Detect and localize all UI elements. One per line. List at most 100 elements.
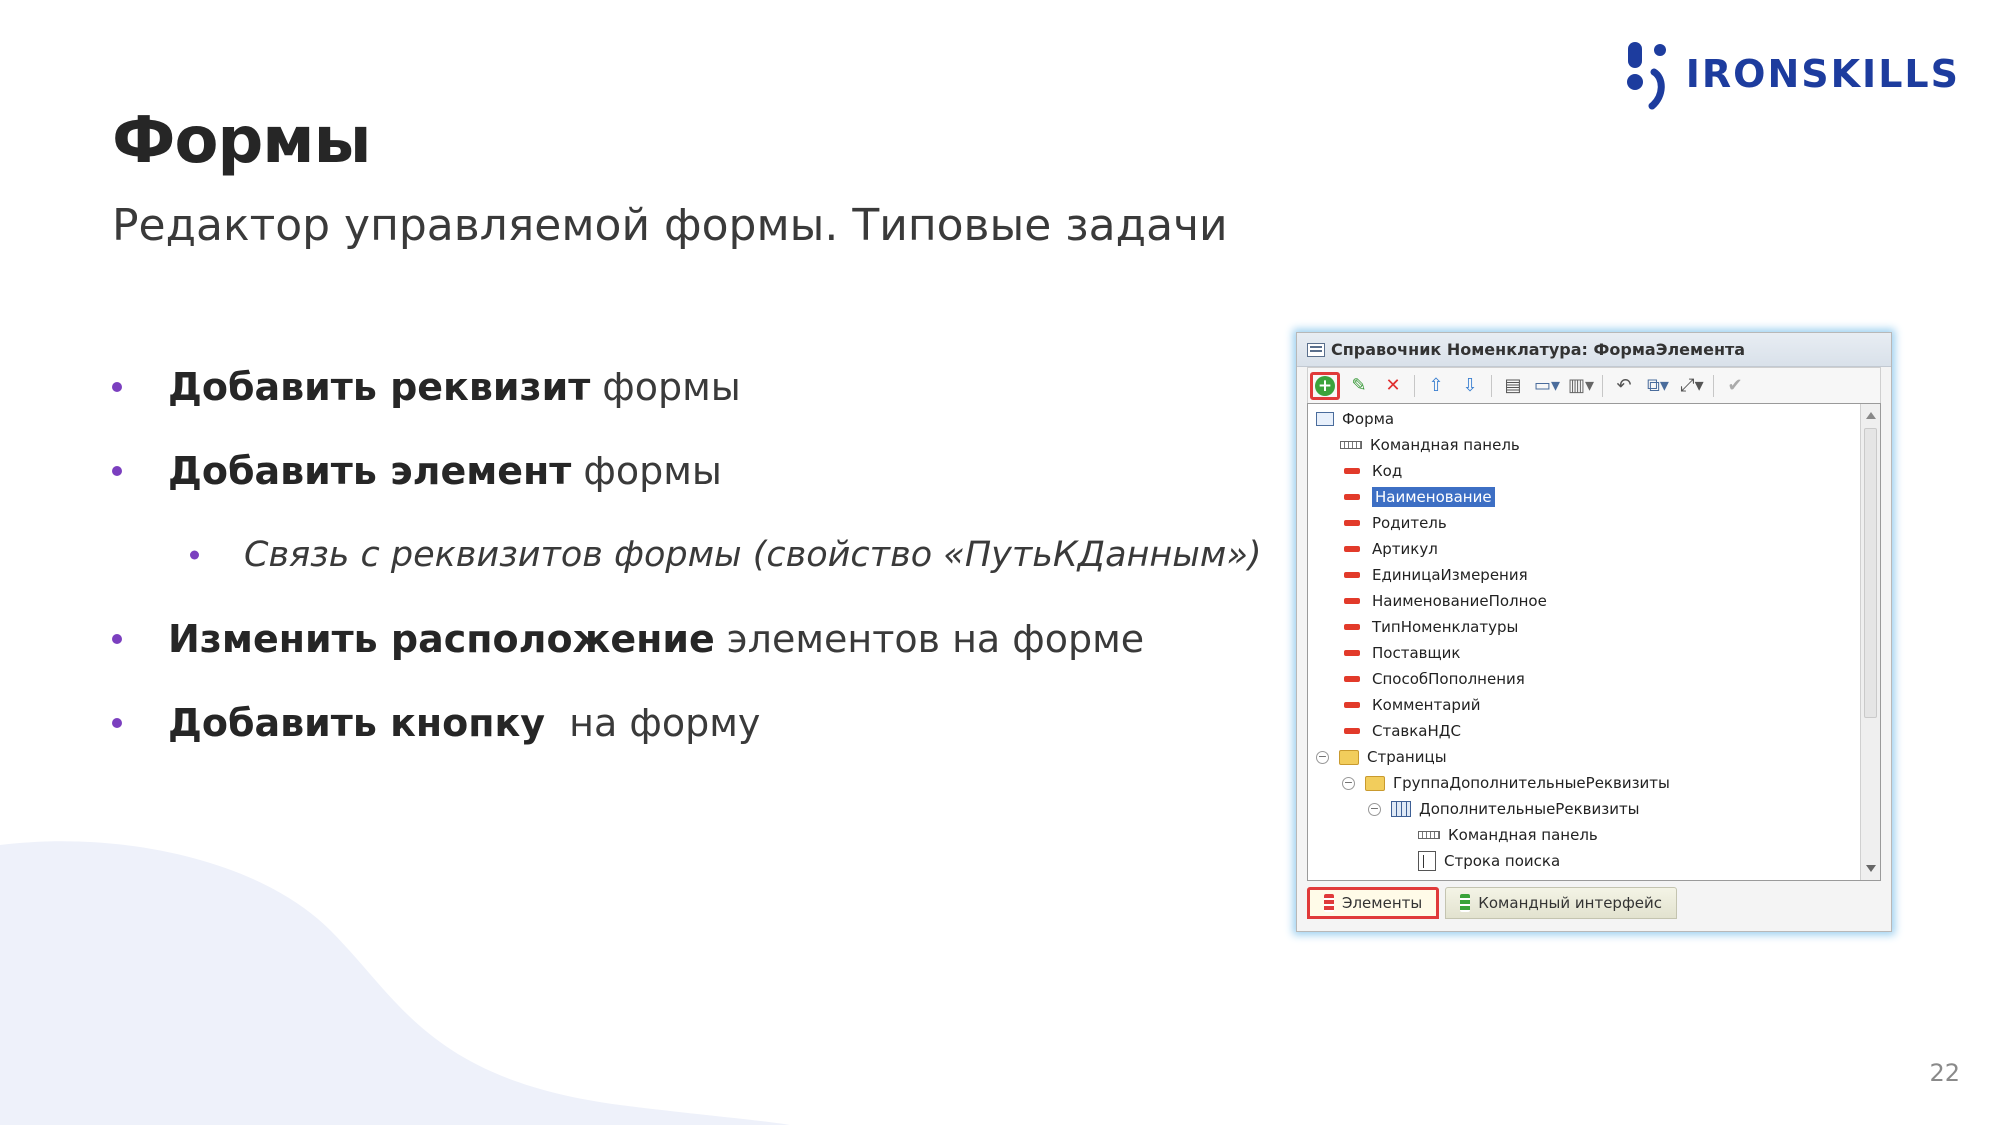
tree-item-label: Артикул <box>1372 540 1438 558</box>
scroll-down-icon[interactable] <box>1866 865 1876 872</box>
tree-item-label: СтавкаНДС <box>1372 722 1461 740</box>
tree-item-label: Родитель <box>1372 514 1447 532</box>
toolbar-separator <box>1491 374 1492 397</box>
bullet-bold: Добавить реквизит <box>168 365 591 409</box>
tree-item-folder[interactable]: − ГруппаДополнительныеРеквизиты <box>1342 770 1670 796</box>
ironskills-logo: IRONSKILLS <box>1624 38 1960 110</box>
command-panel-icon <box>1418 831 1440 839</box>
field-icon <box>1344 572 1360 578</box>
check-button[interactable]: ✔ <box>1720 372 1750 400</box>
tree-item-label: Командная панель <box>1448 826 1598 844</box>
edit-icon: ✎ <box>1351 375 1367 396</box>
bullet-text: формы <box>602 365 741 409</box>
tree-item-form[interactable]: Форма <box>1316 406 1394 432</box>
tab-label: Командный интерфейс <box>1478 894 1663 912</box>
tree-item[interactable]: Командная панель <box>1418 822 1598 848</box>
resize-button[interactable]: ⧉▾ <box>1643 372 1673 400</box>
editor-tabs: Элементы Командный интерфейс <box>1307 881 1881 919</box>
tree-item-table[interactable]: − ДополнительныеРеквизиты <box>1368 796 1640 822</box>
bullet-item: Добавить кнопку на форму <box>112 681 1292 765</box>
tree-item[interactable]: СпособПополнения <box>1340 666 1525 692</box>
tree-item[interactable]: Строка поиска <box>1418 848 1560 874</box>
bullet-dot <box>190 550 199 560</box>
bullet-text: на форму <box>557 701 761 745</box>
toolbar-separator <box>1713 374 1714 397</box>
resize-icon: ⧉▾ <box>1647 375 1669 396</box>
field-icon <box>1344 546 1360 552</box>
bullet-dot <box>112 634 122 644</box>
tree-item[interactable]: НаименованиеПолное <box>1340 588 1547 614</box>
check-icon: ✔ <box>1727 375 1743 396</box>
toolbar-separator <box>1602 374 1603 397</box>
field-icon <box>1344 494 1360 500</box>
tree-item[interactable]: Код <box>1340 458 1402 484</box>
undo-button[interactable]: ↶ <box>1609 372 1639 400</box>
bullet-text: элементов на форме <box>726 617 1145 661</box>
field-icon <box>1344 728 1360 734</box>
tree-item-label: Форма <box>1342 410 1395 428</box>
bullet-text: Связь с реквизитов формы (свойство «Путь… <box>244 535 1262 575</box>
tree-item[interactable]: Родитель <box>1340 510 1447 536</box>
edit-button[interactable]: ✎ <box>1344 372 1374 400</box>
add-icon: + <box>1315 375 1335 396</box>
search-string-icon <box>1418 851 1436 871</box>
field-icon <box>1344 598 1360 604</box>
group-button[interactable]: ▥▾ <box>1566 372 1596 400</box>
bullet-dot <box>112 718 122 728</box>
display-button[interactable]: ▭▾ <box>1532 372 1562 400</box>
bullet-dot <box>112 466 122 476</box>
tree-item-label: ДополнительныеРеквизиты <box>1419 800 1640 818</box>
window-title-bar: Справочник Номенклатура: ФормаЭлемента <box>1297 333 1891 367</box>
tree-scrollbar[interactable] <box>1860 404 1880 880</box>
collapse-icon[interactable]: − <box>1316 750 1329 764</box>
bullet-item: Добавить элемент формы <box>112 429 1292 513</box>
tab-command-interface[interactable]: Командный интерфейс <box>1445 887 1678 919</box>
command-interface-tab-icon <box>1460 894 1471 912</box>
tree-item-label: СпособПополнения <box>1372 670 1525 688</box>
tree-item-label: ЕдиницаИзмерения <box>1372 566 1528 584</box>
toolbar-separator <box>1414 374 1415 397</box>
editor-toolbar: + ✎ ✕ ⇧ ⇩ ▤ ▭▾ ▥▾ ↶ ⧉▾ ⤢▾ ✔ <box>1307 367 1881 403</box>
group-icon: ▥▾ <box>1567 375 1595 396</box>
display-icon: ▭▾ <box>1533 375 1561 396</box>
sub-bullet-item: Связь с реквизитов формы (свойство «Путь… <box>112 513 1292 597</box>
tree-item[interactable]: ТипНоменклатуры <box>1340 614 1518 640</box>
properties-icon: ▤ <box>1504 375 1522 396</box>
table-icon <box>1391 801 1411 817</box>
bullet-text: формы <box>583 449 722 493</box>
bullet-dot <box>112 382 122 392</box>
field-icon <box>1344 702 1360 708</box>
elements-tree[interactable]: Форма Командная панель Код Наименование … <box>1307 403 1881 881</box>
collapse-icon[interactable]: − <box>1342 776 1355 790</box>
tree-item[interactable]: Поставщик <box>1340 640 1460 666</box>
tree-item[interactable]: ЕдиницаИзмерения <box>1340 562 1528 588</box>
move-up-icon: ⇧ <box>1428 375 1444 396</box>
properties-button[interactable]: ▤ <box>1498 372 1528 400</box>
scroll-thumb[interactable] <box>1864 428 1877 718</box>
folder-icon <box>1365 775 1385 791</box>
tree-item[interactable]: СтавкаНДС <box>1340 718 1461 744</box>
add-button[interactable]: + <box>1310 371 1340 400</box>
field-icon <box>1344 624 1360 630</box>
expand-button[interactable]: ⤢▾ <box>1677 372 1707 400</box>
collapse-icon[interactable]: − <box>1368 802 1381 816</box>
tree-item[interactable]: Артикул <box>1340 536 1438 562</box>
tree-item[interactable]: Командная панель <box>1340 432 1520 458</box>
move-up-button[interactable]: ⇧ <box>1421 372 1451 400</box>
tree-item-label: ТипНоменклатуры <box>1372 618 1519 636</box>
tab-label: Элементы <box>1342 894 1423 912</box>
move-down-icon: ⇩ <box>1462 375 1478 396</box>
tab-elements[interactable]: Элементы <box>1307 887 1440 919</box>
bullet-item: Изменить расположение элементов на форме <box>112 597 1292 681</box>
tree-item-selected[interactable]: Наименование <box>1340 484 1495 510</box>
folder-icon <box>1339 749 1359 765</box>
tree-item-label: Наименование <box>1372 487 1495 507</box>
scroll-up-icon[interactable] <box>1866 412 1876 419</box>
window-title: Справочник Номенклатура: ФормаЭлемента <box>1331 340 1746 359</box>
bullet-bold: Добавить элемент <box>168 449 572 493</box>
tree-item[interactable]: Комментарий <box>1340 692 1480 718</box>
tree-item-folder[interactable]: − Страницы <box>1316 744 1447 770</box>
move-down-button[interactable]: ⇩ <box>1455 372 1485 400</box>
tree-item-label: Поставщик <box>1372 644 1461 662</box>
delete-button[interactable]: ✕ <box>1378 372 1408 400</box>
